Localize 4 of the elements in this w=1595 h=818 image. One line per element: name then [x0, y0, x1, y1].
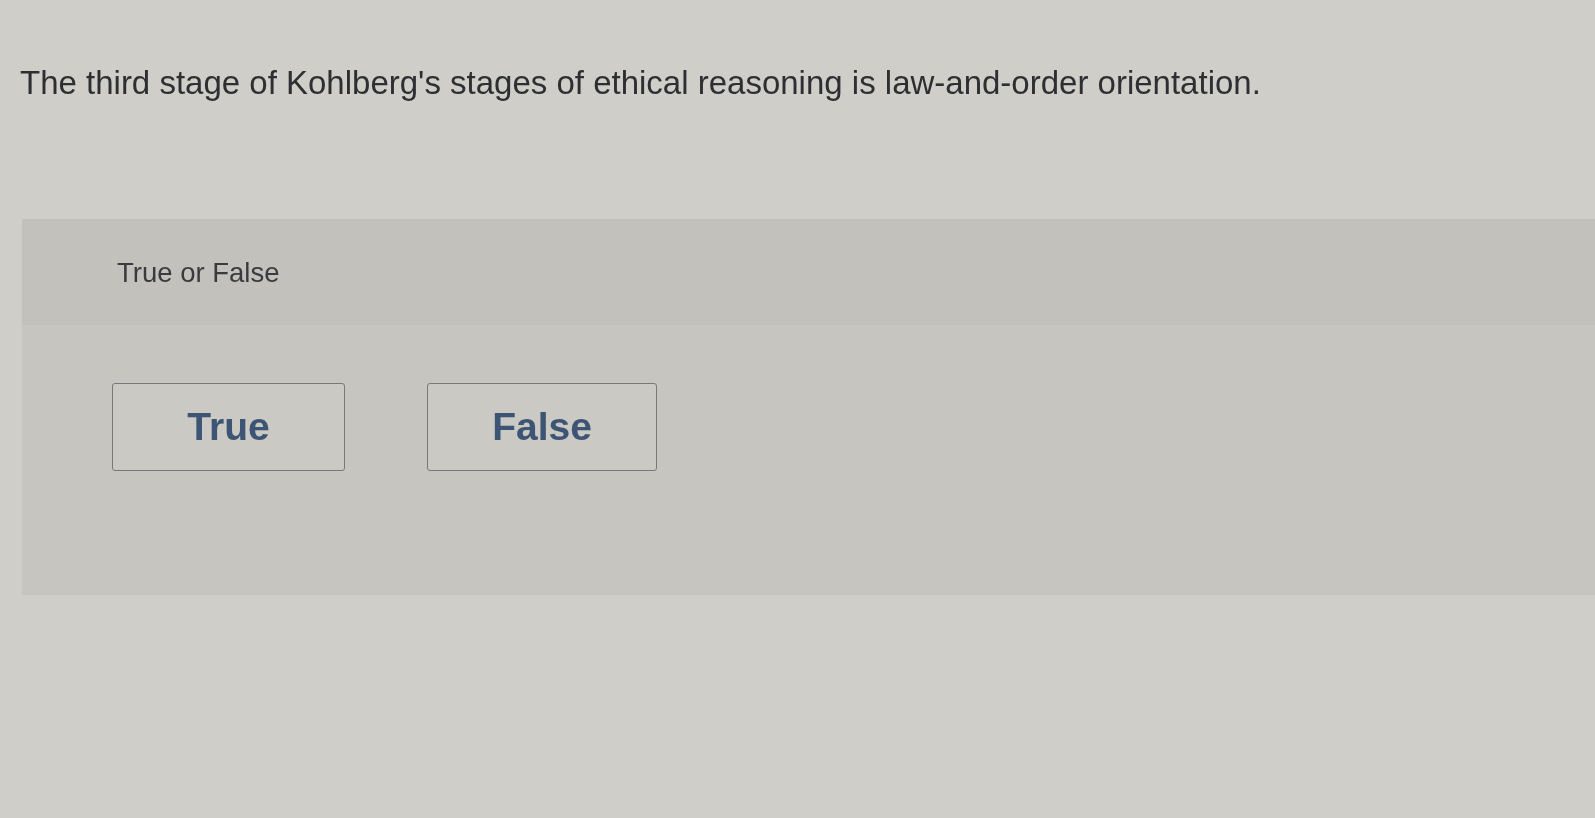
answer-option-button[interactable]: False	[427, 383, 657, 471]
question-type-label: True or False	[117, 257, 280, 288]
question-text: The third stage of Kohlberg's stages of ethical reasoning is law-and-order orientation.	[20, 63, 1261, 103]
answer-option-button[interactable]: True	[112, 383, 345, 471]
